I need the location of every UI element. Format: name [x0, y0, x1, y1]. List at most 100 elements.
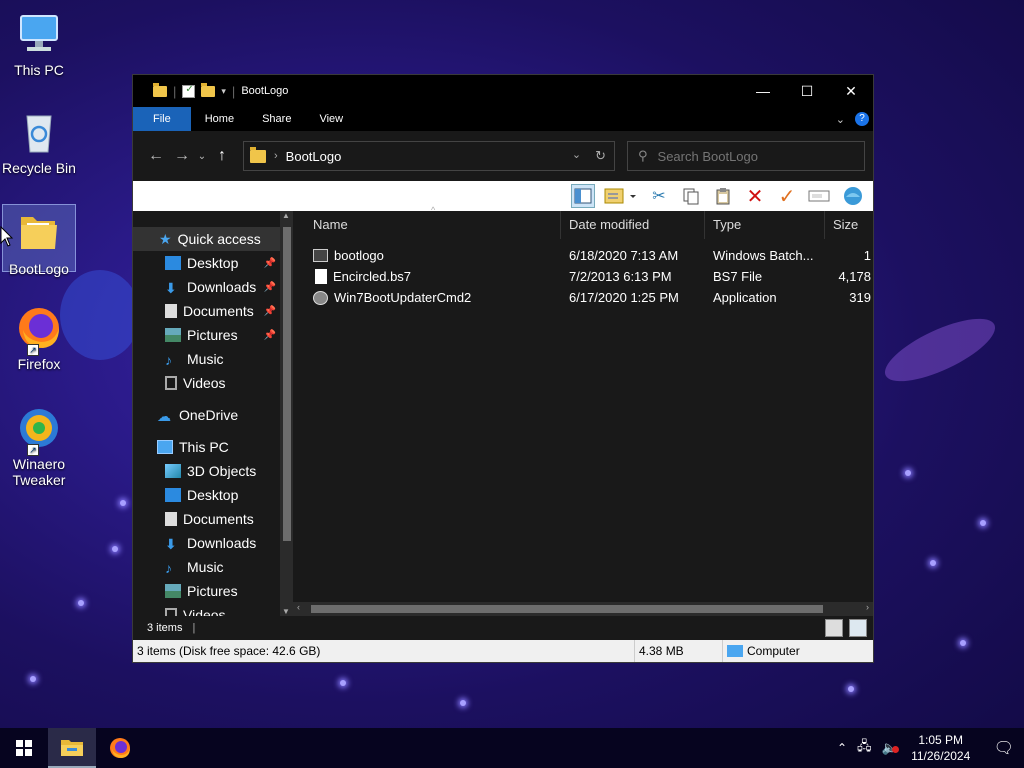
- nav-pc-downloads[interactable]: ⬇ Downloads: [133, 531, 280, 555]
- refresh-icon[interactable]: ↻: [595, 148, 606, 164]
- scrollbar-thumb[interactable]: [282, 227, 291, 541]
- desktop-icon-label: BootLogo: [9, 261, 69, 277]
- system-tray: ⌃ 🖧 🔈 1:05 PM 11/26/2024 🗨: [837, 732, 1024, 764]
- address-bar[interactable]: › BootLogo ⌄ ↻: [243, 141, 615, 171]
- file-list-horizontal-scrollbar[interactable]: ‹ ›: [293, 602, 873, 616]
- nav-pc-videos[interactable]: Videos: [133, 603, 280, 616]
- new-folder-icon[interactable]: [201, 82, 216, 97]
- scroll-down-icon[interactable]: ▼: [282, 607, 290, 616]
- tab-file[interactable]: File: [133, 107, 191, 131]
- pin-icon[interactable]: 📌: [264, 258, 276, 269]
- nav-qa-downloads[interactable]: ⬇ Downloads 📌: [133, 275, 280, 299]
- large-icons-view-button[interactable]: [849, 619, 867, 637]
- properties-icon[interactable]: ✓: [182, 84, 196, 98]
- expand-ribbon-icon[interactable]: ⌄: [836, 113, 845, 126]
- column-header-name[interactable]: Name: [293, 211, 561, 239]
- desktop-icon-this-pc[interactable]: This PC: [2, 10, 76, 78]
- title-bar: | ✓ ▾ | BootLogo — ☐ ✕: [133, 75, 873, 107]
- desktop-icon-recycle-bin[interactable]: Recycle Bin: [2, 108, 76, 176]
- pin-icon[interactable]: 📌: [264, 282, 276, 293]
- notification-icon[interactable]: 🗨: [994, 738, 1014, 758]
- desktop-icon-firefox[interactable]: ↗ Firefox: [2, 304, 76, 372]
- delete-icon[interactable]: ✕: [743, 184, 767, 208]
- desktop-icon-winaero-tweaker[interactable]: ↗ Winaero Tweaker: [2, 404, 76, 488]
- start-button[interactable]: [0, 728, 48, 768]
- window-title: BootLogo: [241, 85, 289, 97]
- tab-home[interactable]: Home: [191, 107, 248, 131]
- music-note-icon: ♪: [165, 352, 172, 368]
- computer-icon: [157, 440, 173, 454]
- cut-icon[interactable]: ✂: [647, 184, 671, 208]
- column-header-type[interactable]: Type: [705, 211, 825, 239]
- nav-qa-music[interactable]: ♪ Music: [133, 347, 280, 371]
- nav-qa-documents[interactable]: Documents 📌: [133, 299, 280, 323]
- search-input[interactable]: [657, 148, 838, 164]
- volume-muted-icon[interactable]: 🔈: [882, 740, 899, 756]
- help-icon[interactable]: ?: [855, 112, 869, 126]
- nav-onedrive[interactable]: ☁ OneDrive: [133, 403, 280, 427]
- nav-pc-desktop[interactable]: Desktop: [133, 483, 280, 507]
- column-header-date[interactable]: Date modified: [561, 211, 705, 239]
- paste-icon[interactable]: [711, 184, 735, 208]
- shortcut-arrow-icon: ↗: [27, 444, 39, 456]
- tab-share[interactable]: Share: [248, 107, 305, 131]
- star-icon: ★: [159, 230, 172, 247]
- rename-icon[interactable]: [807, 184, 831, 208]
- ribbon-tabs: File Home Share View ⌄ ?: [133, 107, 873, 131]
- nav-qa-desktop[interactable]: Desktop 📌: [133, 251, 280, 275]
- nav-pc-pictures[interactable]: Pictures: [133, 579, 280, 603]
- table-row[interactable]: Encircled.bs7 7/2/2013 6:13 PM BS7 File …: [293, 266, 873, 287]
- maximize-button[interactable]: ☐: [785, 75, 829, 107]
- navpane-scrollbar[interactable]: ▲ ▼: [279, 211, 293, 616]
- nav-quick-access[interactable]: ★ Quick access: [133, 227, 280, 251]
- layout-icon[interactable]: [603, 184, 639, 208]
- nav-pc-3d-objects[interactable]: 3D Objects: [133, 459, 280, 483]
- video-icon: [165, 376, 177, 390]
- firefox-icon: [110, 738, 130, 758]
- recent-locations-button[interactable]: ⌄: [195, 151, 209, 162]
- nav-qa-videos[interactable]: Videos: [133, 371, 280, 395]
- breadcrumb-bootlogo[interactable]: BootLogo: [286, 149, 342, 164]
- cube-icon: [165, 464, 181, 478]
- clock[interactable]: 1:05 PM 11/26/2024: [908, 732, 974, 764]
- close-button[interactable]: ✕: [829, 75, 873, 107]
- up-button[interactable]: ↑: [209, 147, 235, 165]
- content-area: ★ Quick access Desktop 📌 ⬇ Downloads 📌 D…: [133, 205, 873, 616]
- minimize-button[interactable]: —: [741, 75, 785, 107]
- nav-pc-documents[interactable]: Documents: [133, 507, 280, 531]
- shortcut-arrow-icon: ↗: [27, 344, 39, 356]
- table-row[interactable]: bootlogo 6/18/2020 7:13 AM Windows Batch…: [293, 245, 873, 266]
- taskbar-file-explorer[interactable]: [48, 728, 96, 768]
- show-hidden-icons-icon[interactable]: ⌃: [837, 741, 847, 755]
- network-icon[interactable]: 🖧: [857, 737, 872, 759]
- taskbar-firefox[interactable]: [96, 728, 144, 768]
- desktop-icon: [165, 256, 181, 270]
- back-button[interactable]: ←: [143, 147, 169, 165]
- pin-icon[interactable]: 📌: [264, 306, 276, 317]
- address-dropdown-icon[interactable]: ⌄: [572, 148, 581, 164]
- nav-pc-music[interactable]: ♪ Music: [133, 555, 280, 579]
- forward-button[interactable]: →: [169, 147, 195, 165]
- desktop-icon-label: Winaero Tweaker: [12, 456, 66, 488]
- search-box[interactable]: ⚲: [627, 141, 865, 171]
- checkmark-icon[interactable]: ✓: [775, 184, 799, 208]
- recycle-bin-icon: [15, 108, 63, 156]
- preview-pane-icon[interactable]: [571, 184, 595, 208]
- location-computer: Computer: [723, 640, 800, 662]
- scroll-up-icon[interactable]: ▲: [282, 211, 290, 220]
- column-header-size[interactable]: Size: [825, 211, 873, 239]
- scroll-left-icon[interactable]: ‹: [297, 602, 300, 612]
- tab-view[interactable]: View: [305, 107, 357, 131]
- copy-icon[interactable]: [679, 184, 703, 208]
- desktop-icon: [165, 488, 181, 502]
- table-row[interactable]: Win7BootUpdaterCmd2 6/17/2020 1:25 PM Ap…: [293, 287, 873, 308]
- scroll-right-icon[interactable]: ›: [866, 602, 869, 612]
- customize-quick-access-icon[interactable]: ▾: [221, 86, 226, 97]
- globe-icon[interactable]: [839, 184, 867, 208]
- pin-icon[interactable]: 📌: [264, 330, 276, 341]
- nav-this-pc[interactable]: This PC: [133, 435, 280, 459]
- nav-qa-pictures[interactable]: Pictures 📌: [133, 323, 280, 347]
- selected-size: 4.38 MB: [635, 640, 723, 662]
- scrollbar-thumb[interactable]: [311, 605, 823, 613]
- details-view-button[interactable]: [825, 619, 843, 637]
